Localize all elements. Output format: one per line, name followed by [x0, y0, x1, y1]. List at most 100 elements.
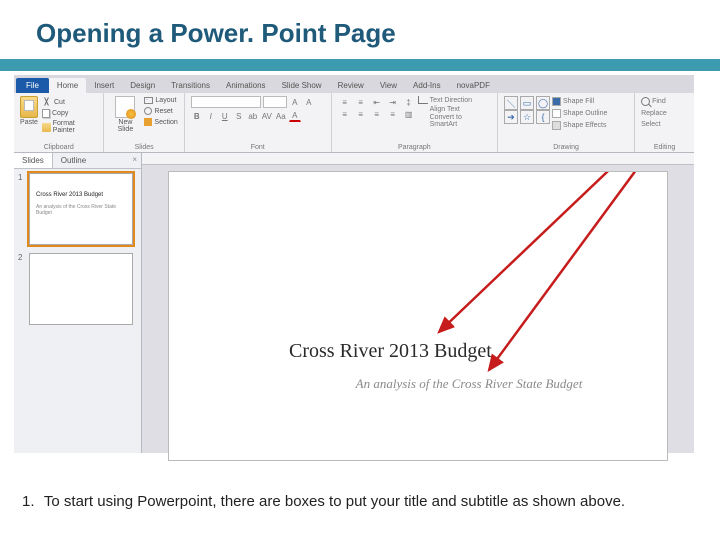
spacing-button[interactable]: AV [261, 110, 273, 122]
horizontal-ruler [142, 153, 694, 165]
thumb-number: 2 [18, 253, 26, 325]
new-slide-button[interactable]: New Slide [110, 96, 140, 133]
shape-effects-button[interactable]: Shape Effects [552, 120, 607, 131]
tab-addins[interactable]: Add-Ins [405, 78, 449, 93]
group-paragraph: ≡ ≡ ⇤ ⇥ ‡ ≡ ≡ ≡ ≡ ▥ Text Direct [332, 93, 498, 152]
smartart-button[interactable]: Convert to SmartArt [418, 114, 491, 128]
tab-home[interactable]: Home [49, 78, 86, 93]
bold-button[interactable]: B [191, 110, 203, 122]
format-painter-button[interactable]: Format Painter [42, 119, 97, 135]
outdent-button[interactable]: ⇤ [370, 96, 384, 108]
layout-icon [144, 97, 153, 104]
slide-title: Opening a Power. Point Page [0, 0, 720, 59]
paste-button[interactable]: Paste [20, 96, 38, 126]
divider-bar [0, 59, 720, 71]
group-slides: New Slide Layout Reset Section Slides [104, 93, 184, 152]
tab-insert[interactable]: Insert [86, 78, 122, 93]
align-text-icon [418, 105, 428, 113]
instruction-number: 1. [22, 492, 40, 512]
file-tab[interactable]: File [16, 78, 49, 93]
numbering-button[interactable]: ≡ [354, 96, 368, 108]
shape-fill-button[interactable]: Shape Fill [552, 96, 607, 107]
reset-button[interactable]: Reset [144, 106, 177, 116]
slide-canvas[interactable]: Cross River 2013 Budget An analysis of t… [168, 171, 668, 461]
shape-outline-icon [552, 109, 561, 118]
tab-review[interactable]: Review [330, 78, 372, 93]
align-text-button[interactable]: Align Text [418, 105, 491, 113]
group-label-slides: Slides [110, 143, 177, 151]
format-painter-icon [42, 123, 51, 132]
font-color-button[interactable]: A [289, 110, 301, 122]
ribbon-tab-row: File Home Insert Design Transitions Anim… [14, 75, 694, 93]
font-family-select[interactable] [191, 96, 261, 108]
font-size-select[interactable] [263, 96, 287, 108]
instruction-text: 1. To start using Powerpoint, there are … [0, 482, 720, 540]
section-icon [144, 118, 152, 126]
work-area: Slides Outline × 1 Cross River 2013 Budg… [14, 153, 694, 453]
find-button[interactable]: Find [641, 96, 666, 107]
align-left-button[interactable]: ≡ [338, 108, 352, 120]
shape-outline-button[interactable]: Shape Outline [552, 108, 607, 119]
group-clipboard: Paste Cut Copy Format Painter [14, 93, 104, 152]
group-label-drawing: Drawing [504, 143, 628, 151]
pane-tab-outline[interactable]: Outline [53, 153, 94, 168]
columns-button[interactable]: ▥ [402, 108, 416, 120]
thumb-number: 1 [18, 173, 26, 245]
pane-tab-slides[interactable]: Slides [14, 153, 53, 168]
text-direction-button[interactable]: Text Direction [418, 96, 491, 104]
new-slide-icon [115, 96, 135, 118]
copy-icon [42, 109, 50, 118]
annotation-arrow [169, 172, 669, 462]
text-direction-icon [418, 96, 428, 104]
indent-button[interactable]: ⇥ [386, 96, 400, 108]
tab-transitions[interactable]: Transitions [163, 78, 218, 93]
shape-brace-icon[interactable]: { [536, 110, 550, 124]
grow-font-button[interactable]: A [289, 96, 301, 108]
shape-rect-icon[interactable]: ▭ [520, 96, 534, 110]
align-right-button[interactable]: ≡ [370, 108, 384, 120]
shape-arrow-icon[interactable]: ➔ [504, 110, 518, 124]
thumbnail-pane: Slides Outline × 1 Cross River 2013 Budg… [14, 153, 142, 453]
group-label-paragraph: Paragraph [338, 143, 491, 151]
powerpoint-screenshot: File Home Insert Design Transitions Anim… [14, 75, 694, 453]
underline-button[interactable]: U [219, 110, 231, 122]
slide-subtitle-placeholder[interactable]: An analysis of the Cross River State Bud… [319, 376, 619, 393]
tab-animations[interactable]: Animations [218, 78, 274, 93]
layout-button[interactable]: Layout [144, 96, 177, 105]
ribbon: Paste Cut Copy Format Painter [14, 93, 694, 153]
cut-button[interactable]: Cut [42, 96, 97, 108]
pane-close-button[interactable]: × [128, 153, 141, 168]
shape-line-icon[interactable]: ＼ [504, 96, 518, 110]
shadow-button[interactable]: ab [247, 110, 259, 122]
strike-button[interactable]: S [233, 110, 245, 122]
slide-canvas-area: Cross River 2013 Budget An analysis of t… [142, 153, 694, 453]
slide-title-placeholder[interactable]: Cross River 2013 Budget [289, 340, 492, 363]
paste-label: Paste [20, 119, 38, 126]
bullets-button[interactable]: ≡ [338, 96, 352, 108]
slide-thumbnail[interactable] [29, 253, 133, 325]
tab-design[interactable]: Design [122, 78, 163, 93]
shrink-font-button[interactable]: A [303, 96, 315, 108]
cut-icon [42, 97, 52, 107]
shape-star-icon[interactable]: ☆ [520, 110, 534, 124]
section-button[interactable]: Section [144, 117, 177, 127]
slide-thumbnail[interactable]: Cross River 2013 Budget An analysis of t… [29, 173, 133, 245]
shape-fill-icon [552, 97, 561, 106]
group-label-font: Font [191, 143, 325, 151]
thumb-subtitle: An analysis of the Cross River State Bud… [36, 204, 126, 216]
tab-view[interactable]: View [372, 78, 405, 93]
instruction-body: To start using Powerpoint, there are box… [44, 493, 625, 510]
replace-button[interactable]: Replace [641, 109, 667, 118]
reset-icon [144, 107, 152, 115]
linespacing-button[interactable]: ‡ [402, 96, 416, 108]
italic-button[interactable]: I [205, 110, 217, 122]
select-button[interactable]: Select [641, 120, 660, 129]
tab-novapdf[interactable]: novaPDF [449, 78, 498, 93]
align-center-button[interactable]: ≡ [354, 108, 368, 120]
tab-slideshow[interactable]: Slide Show [274, 78, 330, 93]
copy-button[interactable]: Copy [42, 108, 97, 119]
case-button[interactable]: Aa [275, 110, 287, 122]
group-drawing: ＼ ▭ ◯ ➔ ☆ { Shape Fill Shape Outline Sha… [498, 93, 635, 152]
justify-button[interactable]: ≡ [386, 108, 400, 120]
shape-oval-icon[interactable]: ◯ [536, 96, 550, 110]
